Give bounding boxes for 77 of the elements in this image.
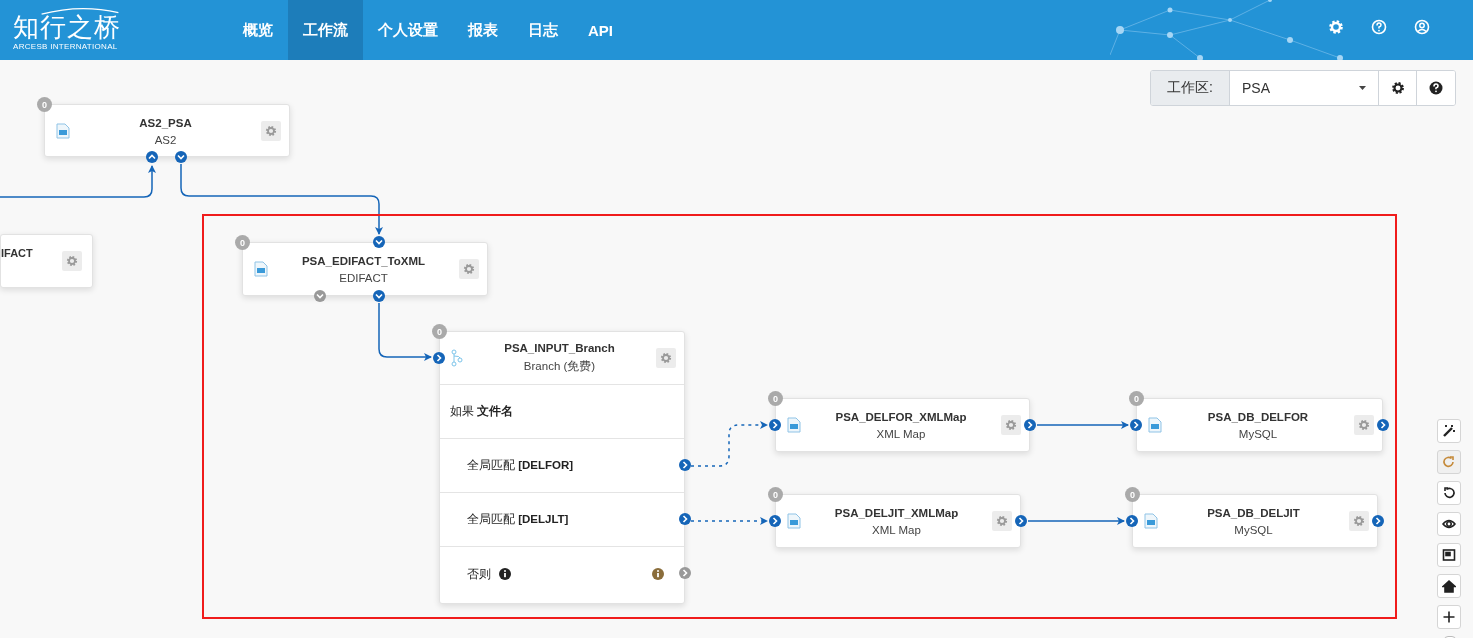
undo-icon[interactable] [1437, 481, 1461, 505]
gear-icon [660, 352, 672, 364]
branch-rule: 全局匹配 [DELFOR] [467, 458, 574, 473]
document-icon [254, 261, 268, 277]
document-icon [1144, 513, 1158, 529]
settings-icon[interactable] [1328, 19, 1344, 35]
help-icon [1429, 81, 1443, 95]
gear-icon [1005, 419, 1017, 431]
document-icon [1148, 417, 1162, 433]
plus-icon[interactable] [1437, 605, 1461, 629]
count-badge: 0 [768, 391, 783, 406]
node-name: PSA_DB_DELJIT [1207, 506, 1300, 519]
wand-icon[interactable] [1437, 419, 1461, 443]
eye-icon[interactable] [1437, 512, 1461, 536]
port-handle[interactable] [1015, 515, 1027, 527]
caret-icon [1359, 86, 1366, 90]
branch-rule: 否则 [467, 566, 491, 582]
document-icon [56, 123, 70, 139]
count-badge: 0 [1125, 487, 1140, 502]
info-icon [499, 568, 511, 580]
port-handle[interactable] [1377, 419, 1389, 431]
node-type: XML Map [876, 427, 926, 440]
count-badge: 0 [1129, 391, 1144, 406]
port-handle[interactable] [373, 290, 385, 302]
port-handle[interactable] [769, 515, 781, 527]
node-type: AS2 [154, 133, 177, 146]
count-badge: 0 [768, 487, 783, 502]
port-handle[interactable] [679, 459, 691, 471]
port-handle[interactable] [146, 151, 158, 163]
gear-icon [265, 125, 277, 137]
node-name: PSA_EDIFACT_ToXML [301, 254, 426, 267]
node-name: PSA_INPUT_Branch [504, 342, 615, 354]
node-type: EDIFACT [339, 271, 388, 284]
document-icon [787, 513, 801, 529]
nav-tab[interactable]: 工作流 [288, 0, 363, 60]
connector-line [378, 302, 432, 361]
branch-rule: 全局匹配 [DELJLT] [467, 512, 569, 527]
help-icon[interactable] [1371, 19, 1387, 35]
gear-icon [1353, 515, 1365, 527]
port-handle[interactable] [314, 290, 326, 302]
workspace-label: 工作区: [1151, 71, 1230, 105]
branch-rule: 如果 文件名 [450, 404, 514, 419]
branch-icon [451, 349, 463, 367]
help-button[interactable] [1416, 71, 1455, 105]
count-badge: 0 [37, 97, 52, 112]
count-badge: 0 [235, 235, 250, 250]
node-card[interactable]: IFACT [0, 234, 93, 288]
node-name: PSA_DELJIT_XMLMap [834, 506, 959, 519]
node-type: XML Map [872, 523, 921, 536]
node-type: MySQL [1234, 523, 1273, 536]
home-icon[interactable] [1437, 574, 1461, 598]
port-handle[interactable] [1024, 419, 1036, 431]
port-handle[interactable] [769, 419, 781, 431]
node-name: PSA_DB_DELFOR [1207, 410, 1309, 423]
port-handle[interactable] [373, 236, 385, 248]
info-icon [652, 568, 664, 580]
port-handle[interactable] [175, 151, 187, 163]
count-badge: 0 [432, 324, 447, 339]
image-icon[interactable] [1437, 543, 1461, 567]
port-handle[interactable] [679, 513, 691, 525]
port-handle[interactable] [1126, 515, 1138, 527]
node-name: IFACT [1, 247, 33, 259]
user-icon[interactable] [1414, 19, 1430, 35]
gear-icon [1390, 81, 1405, 95]
port-handle[interactable] [679, 567, 691, 579]
gear-icon [66, 255, 78, 267]
gear-icon [1358, 419, 1370, 431]
node-type: Branch (免费) [523, 359, 596, 374]
document-icon [787, 417, 801, 433]
node-name: AS2_PSA [139, 116, 192, 129]
port-handle[interactable] [1130, 419, 1142, 431]
node-type: MySQL [1238, 427, 1278, 440]
node-name: PSA_DELFOR_XMLMap [835, 410, 967, 423]
gear-icon [996, 515, 1008, 527]
port-handle[interactable] [433, 352, 445, 364]
port-handle[interactable] [1372, 515, 1384, 527]
gear-icon [463, 263, 475, 275]
